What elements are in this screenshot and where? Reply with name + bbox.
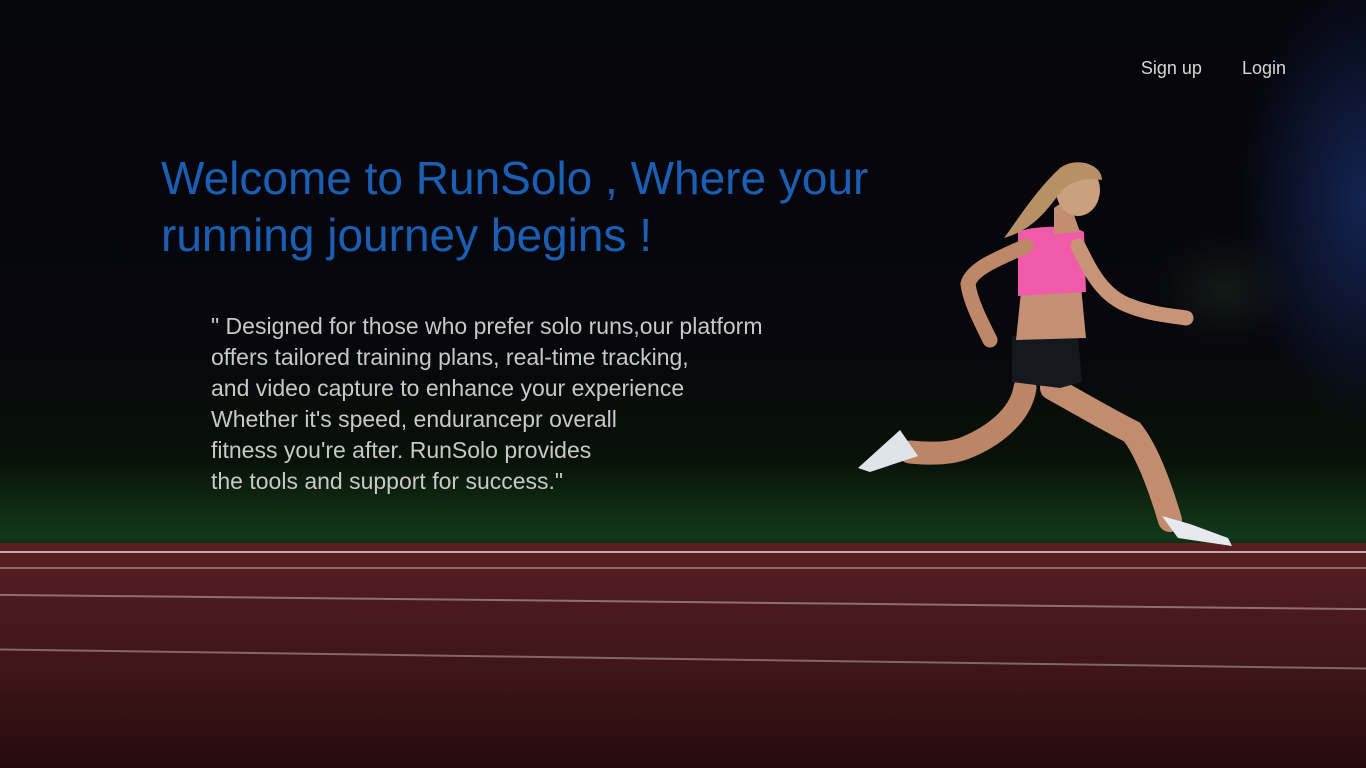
quote-line: Whether it's speed, endurancepr overall [211, 406, 617, 432]
hero-section: Sign up Login Welcome to RunSolo , Where… [0, 0, 1366, 768]
hero-headline: Welcome to RunSolo , Where your running … [161, 152, 869, 261]
running-track [0, 543, 1366, 768]
hero-quote: " Designed for those who prefer solo run… [211, 311, 763, 497]
lane-line [0, 593, 1366, 611]
lane-line [0, 648, 1366, 670]
quote-line: " Designed for those who prefer solo run… [211, 313, 763, 339]
quote-line: fitness you're after. RunSolo provides [211, 437, 592, 463]
top-nav: Sign up Login [1141, 58, 1286, 79]
quote-line: the tools and support for success." [211, 468, 564, 494]
login-link[interactable]: Login [1242, 58, 1286, 79]
signup-link[interactable]: Sign up [1141, 58, 1202, 79]
quote-line: and video capture to enhance your experi… [211, 375, 685, 401]
lane-line [0, 567, 1366, 569]
quote-line: offers tailored training plans, real-tim… [211, 344, 689, 370]
